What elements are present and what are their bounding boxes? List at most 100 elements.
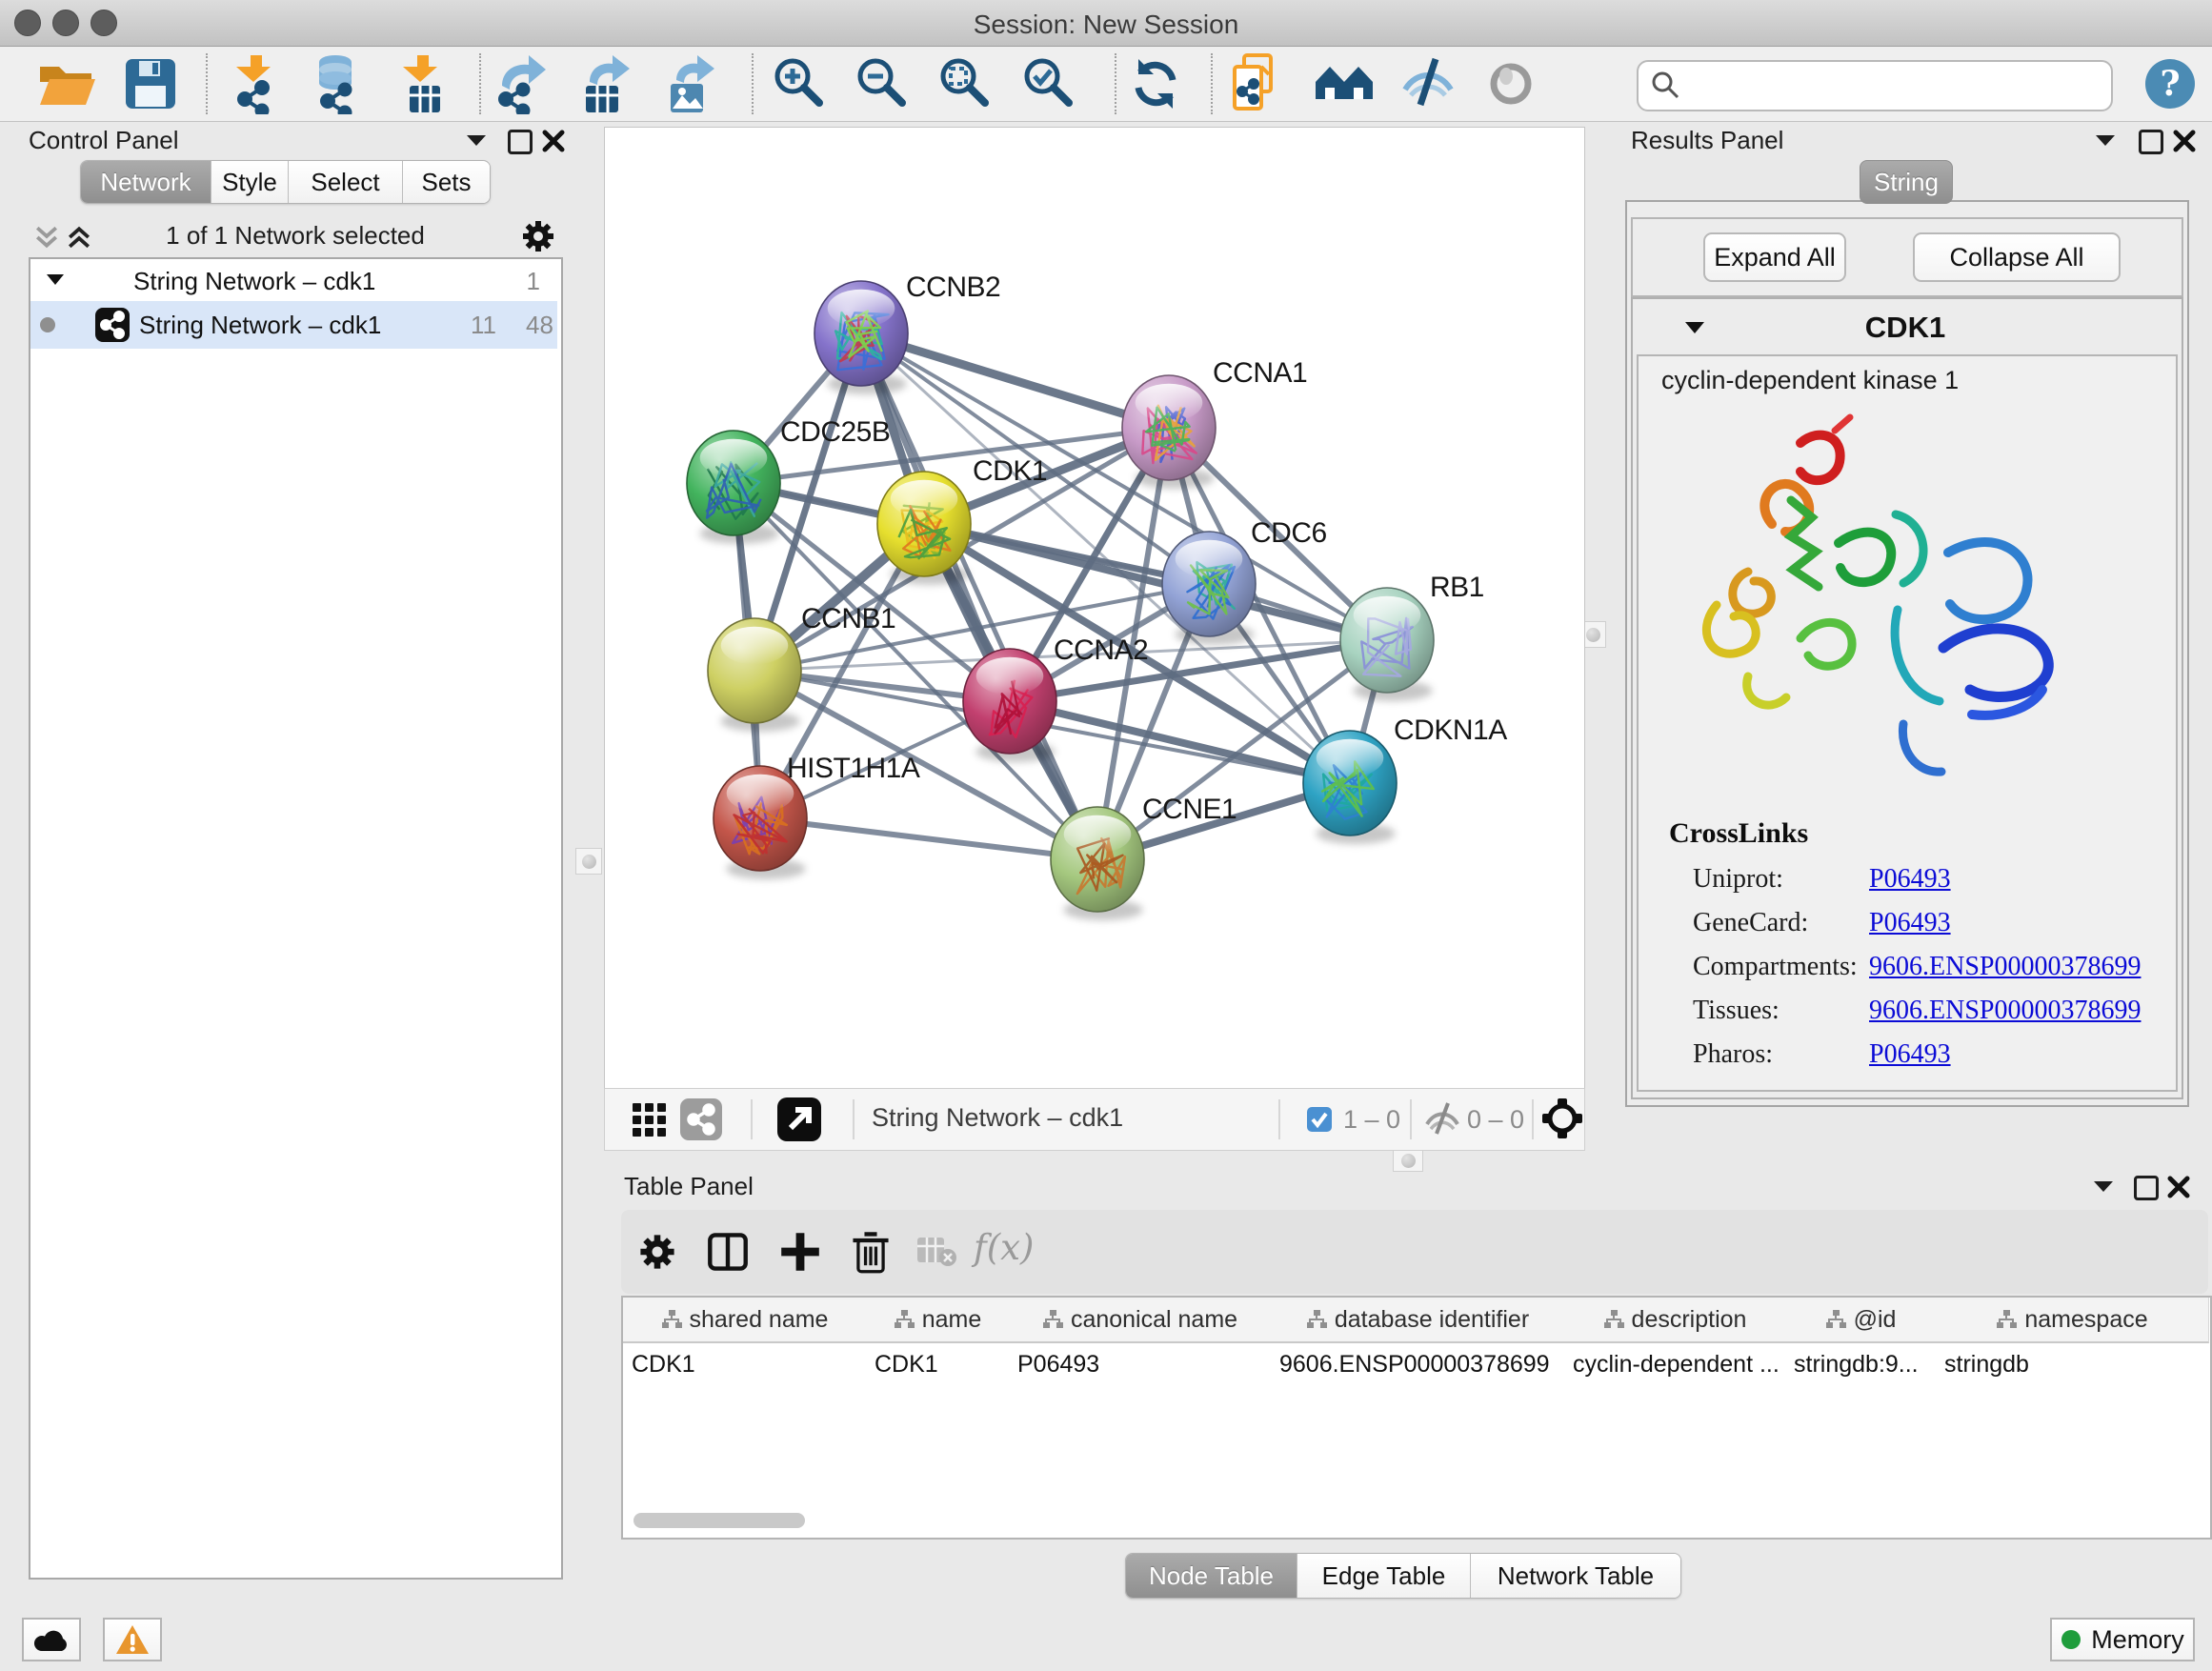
table-horizontal-scrollbar[interactable] [633, 1513, 805, 1528]
tab-string[interactable]: String [1860, 160, 1953, 204]
delete-column-trash-icon[interactable] [850, 1229, 892, 1279]
memory-button[interactable]: Memory [2050, 1618, 2195, 1661]
svg-text:HIST1H1A: HIST1H1A [787, 753, 920, 784]
table-cell[interactable]: P06493 [1009, 1343, 1272, 1385]
window-title: Session: New Session [0, 10, 2212, 40]
open-in-window-icon[interactable] [777, 1097, 821, 1146]
zoom-selected-icon[interactable] [1019, 53, 1080, 114]
tab-select[interactable]: Select [289, 161, 403, 203]
crosslink-row: Pharos:P06493 [1693, 1033, 2169, 1077]
bar-separator [751, 1099, 753, 1139]
crosslink-row: Uniprot:P06493 [1693, 857, 2169, 901]
svg-text:CCNA2: CCNA2 [1054, 634, 1148, 666]
crosslink-value-link[interactable]: P06493 [1869, 908, 1951, 938]
tab-edge-table[interactable]: Edge Table [1297, 1554, 1471, 1598]
network-row[interactable]: String Network – cdk1 11 48 [30, 301, 557, 349]
control-panel-close-icon[interactable] [541, 129, 566, 158]
table-panel-menu-icon[interactable] [2092, 1178, 2115, 1199]
table-cell[interactable]: cyclin-dependent ... [1564, 1343, 1786, 1385]
results-panel-title: Results Panel [1631, 126, 1783, 155]
zoom-in-icon[interactable] [770, 53, 831, 114]
results-panel-close-icon[interactable] [2172, 129, 2197, 158]
crosslink-value-link[interactable]: P06493 [1869, 864, 1951, 895]
search-input[interactable] [1637, 60, 2113, 111]
grid-view-icon[interactable] [631, 1101, 669, 1144]
table-panel-float-icon[interactable] [2134, 1176, 2159, 1200]
collapse-all-tree-icon[interactable] [34, 225, 59, 254]
column-header-name[interactable]: name [866, 1298, 1010, 1343]
tab-sets[interactable]: Sets [403, 161, 490, 203]
network-type-icon [95, 308, 130, 347]
search-field[interactable] [1690, 66, 2103, 104]
network-label: String Network – cdk1 [139, 311, 381, 340]
table-settings-gear-icon[interactable] [636, 1231, 678, 1278]
column-header-@id[interactable]: @id [1785, 1298, 1937, 1343]
crosslink-value-link[interactable]: P06493 [1869, 1039, 1951, 1070]
bar-separator [1410, 1099, 1412, 1139]
tab-network[interactable]: Network [81, 161, 211, 203]
network-share-view-icon[interactable] [680, 1098, 722, 1145]
network-edge-count: 48 [526, 311, 553, 340]
expand-all-button[interactable]: Expand All [1703, 232, 1846, 282]
table-panel-close-icon[interactable] [2166, 1175, 2191, 1204]
import-table-icon[interactable] [394, 53, 455, 114]
show-columns-icon[interactable] [707, 1231, 749, 1278]
table-cell[interactable]: 9606.ENSP00000378699 [1271, 1343, 1565, 1385]
network-collection-row[interactable]: String Network – cdk1 1 [30, 263, 557, 301]
add-column-icon[interactable] [779, 1231, 821, 1278]
tab-node-table[interactable]: Node Table [1126, 1554, 1297, 1598]
hide-eye-icon[interactable] [1398, 53, 1458, 114]
birdseye-navigator-icon[interactable] [1541, 1097, 1583, 1144]
export-table-icon[interactable] [576, 53, 637, 114]
node-table[interactable]: shared nameCDK1nameCDK1canonical nameP06… [621, 1296, 2212, 1540]
export-image-icon[interactable] [661, 53, 722, 114]
first-neighbors-icon[interactable] [1229, 53, 1290, 114]
delete-table-icon [916, 1235, 958, 1274]
cloud-status-button[interactable] [22, 1618, 81, 1661]
network-canvas[interactable]: CCNB2CCNA1CDC25BCDK1CDC6RB1CCNB1CCNA2CDK… [604, 127, 1585, 1090]
refresh-icon[interactable] [1125, 53, 1186, 114]
svg-text:?: ? [2160, 64, 2180, 104]
column-header-description[interactable]: description [1564, 1298, 1786, 1343]
results-panel-menu-icon[interactable] [2094, 131, 2117, 153]
zoom-out-icon[interactable] [853, 53, 914, 114]
bottom-splitter-handle[interactable] [1393, 1149, 1423, 1172]
show-eye-icon[interactable] [1480, 53, 1541, 114]
tree-expand-icon[interactable] [46, 272, 65, 292]
column-header-shared-name[interactable]: shared name [623, 1298, 867, 1343]
export-network-icon[interactable] [493, 53, 553, 114]
help-icon[interactable]: ? [2143, 57, 2197, 115]
open-session-icon[interactable] [36, 53, 97, 114]
save-session-icon[interactable] [120, 53, 181, 114]
results-panel-float-icon[interactable] [2139, 130, 2163, 154]
control-panel-menu-icon[interactable] [465, 131, 488, 153]
left-splitter-handle[interactable] [575, 848, 602, 875]
toolbar-separator [1211, 53, 1213, 114]
import-network-file-icon[interactable] [228, 53, 289, 114]
column-header-canonical-name[interactable]: canonical name [1009, 1298, 1272, 1343]
selected-checkbox-icon[interactable] [1307, 1107, 1332, 1137]
table-cell[interactable]: CDK1 [623, 1343, 867, 1385]
table-cell[interactable]: CDK1 [866, 1343, 1010, 1385]
home-network-icon[interactable] [1314, 53, 1375, 114]
tab-style[interactable]: Style [211, 161, 289, 203]
import-network-database-icon[interactable] [307, 53, 368, 114]
crosslink-row: GeneCard:P06493 [1693, 901, 2169, 945]
memory-label: Memory [2091, 1625, 2184, 1655]
network-options-gear-icon[interactable] [519, 217, 557, 260]
svg-text:CDK1: CDK1 [973, 455, 1047, 487]
tab-network-table[interactable]: Network Table [1471, 1554, 1680, 1598]
table-panel-title: Table Panel [624, 1172, 754, 1201]
table-cell[interactable]: stringdb:9... [1785, 1343, 1937, 1385]
control-panel-float-icon[interactable] [508, 130, 533, 154]
table-cell[interactable]: stringdb [1936, 1343, 2209, 1385]
zoom-fit-icon[interactable] [935, 53, 996, 114]
crosslink-value-link[interactable]: 9606.ENSP00000378699 [1869, 952, 2141, 982]
crosslink-value-link[interactable]: 9606.ENSP00000378699 [1869, 996, 2141, 1026]
crosslink-label: Uniprot: [1693, 864, 1869, 895]
toolbar-separator [206, 53, 208, 114]
column-header-database-identifier[interactable]: database identifier [1271, 1298, 1565, 1343]
collapse-all-button[interactable]: Collapse All [1913, 232, 2121, 282]
warning-status-button[interactable] [103, 1618, 162, 1661]
column-header-namespace[interactable]: namespace [1936, 1298, 2209, 1343]
